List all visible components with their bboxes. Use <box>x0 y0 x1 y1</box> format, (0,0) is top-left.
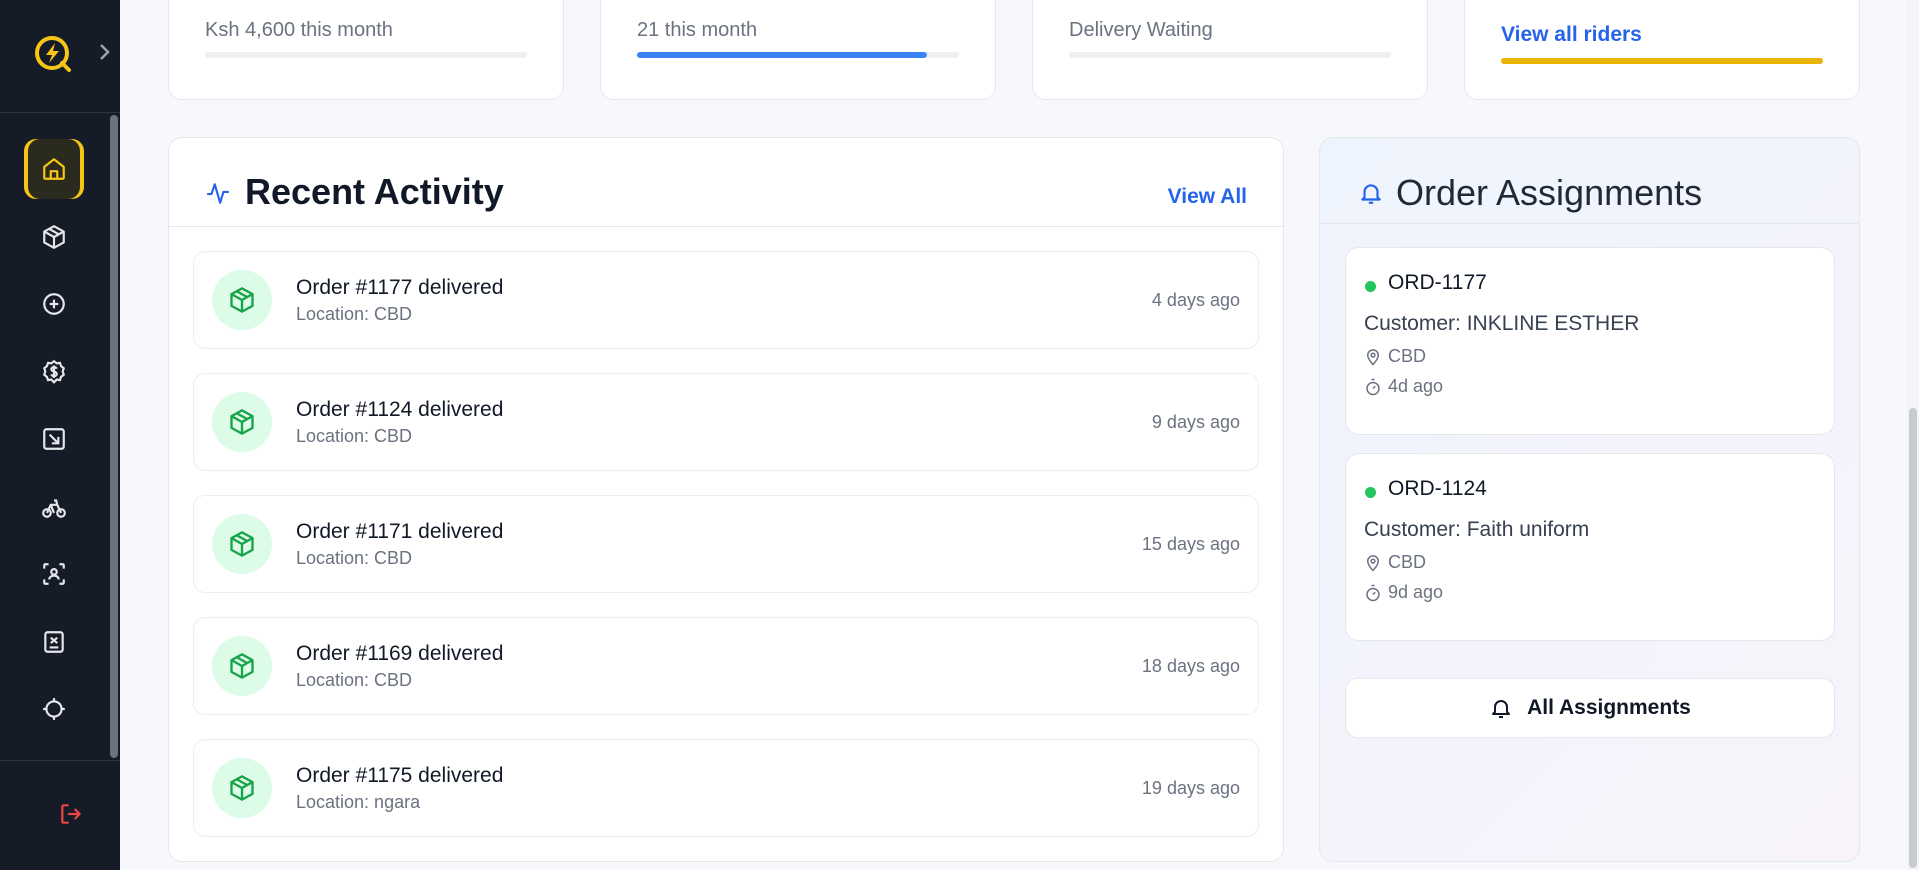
dollar-circle-icon <box>42 359 66 384</box>
activity-location: Location: CBD <box>296 548 413 568</box>
assignment-time: 9d ago <box>1388 582 1444 602</box>
recent-activity-panel: Recent Activity View All Order #1177 del… <box>168 137 1284 862</box>
sidebar-item-payments[interactable] <box>24 342 84 402</box>
recent-activity-header: Recent Activity View All <box>169 138 1283 227</box>
bell-icon <box>1361 184 1381 204</box>
activity-time: 18 days ago <box>1141 656 1240 676</box>
assignment-customer: Customer: INKLINE ESTHER <box>1364 312 1640 335</box>
sidebar-item-home[interactable] <box>24 139 84 199</box>
activity-title: Order #1177 delivered <box>296 276 504 299</box>
arrow-in-box-icon <box>43 428 65 450</box>
sidebar-item-incoming[interactable] <box>24 409 84 469</box>
assignment-card[interactable]: ORD-1124 Customer: Faith uniform CBD 9d … <box>1345 453 1835 641</box>
all-assignments-button[interactable]: All Assignments <box>1345 678 1835 738</box>
stat-text: Delivery Waiting <box>1069 19 1213 41</box>
bell-icon <box>1492 700 1511 718</box>
progress-fill <box>637 52 927 58</box>
assignment-id: ORD-1124 <box>1388 477 1487 500</box>
order-assignments-title: Order Assignments <box>1396 172 1703 213</box>
assignment-card[interactable]: ORD-1177 Customer: INKLINE ESTHER CBD 4d… <box>1345 247 1835 435</box>
package-icon <box>212 392 272 452</box>
sidebar-item-new-order[interactable] <box>24 274 84 334</box>
activity-title: Order #1171 delivered <box>296 520 504 543</box>
activity-title: Order #1169 delivered <box>296 642 504 665</box>
bike-icon <box>42 499 66 518</box>
activity-location: Location: CBD <box>296 426 413 446</box>
assignment-location: CBD <box>1388 552 1427 572</box>
timer-icon <box>1366 378 1380 396</box>
package-icon <box>212 758 272 818</box>
package-icon <box>212 270 272 330</box>
progress-bar <box>205 52 527 58</box>
activity-time: 9 days ago <box>1151 412 1240 432</box>
progress-bar <box>1069 52 1391 58</box>
stat-card-deliveries: 21 this month <box>600 0 996 100</box>
assignment-location: CBD <box>1388 346 1427 366</box>
package-icon <box>43 225 65 249</box>
activity-location: Location: CBD <box>296 670 413 690</box>
package-icon <box>212 636 272 696</box>
order-assignments-panel: Order Assignments ORD-1177 Customer: INK… <box>1319 137 1860 862</box>
sidebar <box>0 0 120 870</box>
all-assignments-label: All Assignments <box>1527 696 1691 719</box>
activity-title: Order #1175 delivered <box>296 764 504 787</box>
progress-fill <box>1501 58 1823 64</box>
sidebar-item-tracking[interactable] <box>24 679 84 739</box>
activity-time: 15 days ago <box>1141 534 1240 554</box>
activity-item[interactable]: Order #1169 delivered Location: CBD 18 d… <box>193 617 1259 715</box>
activity-title: Order #1124 delivered <box>296 398 504 421</box>
home-icon <box>43 158 65 180</box>
scan-icon <box>43 563 65 585</box>
view-all-riders-link[interactable]: View all riders <box>1501 23 1642 47</box>
logo-icon[interactable] <box>33 34 73 74</box>
report-icon <box>44 631 64 653</box>
plus-circle-icon <box>43 293 65 315</box>
sidebar-item-scan[interactable] <box>24 544 84 604</box>
sidebar-footer <box>0 760 120 870</box>
activity-time: 4 days ago <box>1151 290 1240 310</box>
stat-card-waiting: Delivery Waiting <box>1032 0 1428 100</box>
status-dot <box>1365 281 1376 292</box>
activity-icon <box>207 183 229 204</box>
assignment-customer: Customer: Faith uniform <box>1364 518 1590 541</box>
stat-card-revenue: Ksh 4,600 this month <box>168 0 564 100</box>
progress-bar <box>637 52 959 58</box>
sidebar-item-riders[interactable] <box>24 477 84 537</box>
activity-location: Location: ngara <box>296 792 421 812</box>
activity-time: 19 days ago <box>1141 778 1240 798</box>
map-pin-icon <box>1366 349 1380 366</box>
activity-item[interactable]: Order #1124 delivered Location: CBD 9 da… <box>193 373 1259 471</box>
order-assignments-header: Order Assignments <box>1320 138 1859 224</box>
logout-icon[interactable] <box>58 801 84 827</box>
assignment-time: 4d ago <box>1388 376 1444 396</box>
activity-item[interactable]: Order #1175 delivered Location: ngara 19… <box>193 739 1259 837</box>
stat-card-riders: View all riders <box>1464 0 1860 100</box>
assignment-id: ORD-1177 <box>1388 271 1487 294</box>
activity-item[interactable]: Order #1177 delivered Location: CBD 4 da… <box>193 251 1259 349</box>
page-scrollbar-thumb[interactable] <box>1909 408 1917 868</box>
activity-item[interactable]: Order #1171 delivered Location: CBD 15 d… <box>193 495 1259 593</box>
stat-text: Ksh 4,600 this month <box>205 19 393 41</box>
progress-bar <box>1501 58 1823 64</box>
sidebar-scrollbar[interactable] <box>110 115 118 758</box>
map-pin-icon <box>1366 555 1380 572</box>
view-all-link[interactable]: View All <box>1168 185 1247 209</box>
sidebar-header <box>0 0 120 113</box>
page-scrollbar[interactable] <box>1907 0 1919 870</box>
target-icon <box>43 698 65 720</box>
sidebar-item-reports[interactable] <box>24 612 84 672</box>
sidebar-item-orders[interactable] <box>24 207 84 267</box>
package-icon <box>212 514 272 574</box>
activity-location: Location: CBD <box>296 304 413 324</box>
stat-text: 21 this month <box>637 19 758 41</box>
status-dot <box>1365 487 1376 498</box>
recent-activity-title: Recent Activity <box>245 171 504 212</box>
chevron-right-icon[interactable] <box>92 40 116 64</box>
timer-icon <box>1366 584 1380 602</box>
